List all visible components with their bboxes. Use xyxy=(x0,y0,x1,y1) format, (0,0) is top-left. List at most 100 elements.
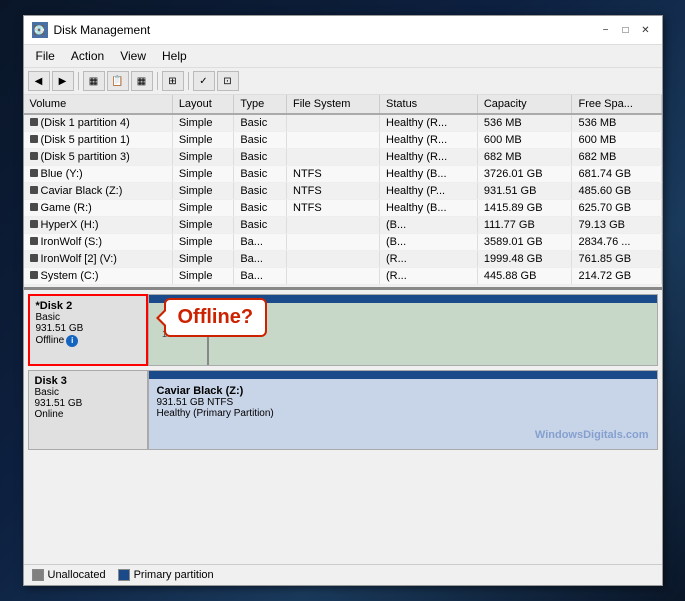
cell-layout: Simple xyxy=(172,251,234,268)
cell-volume: Game (R:) xyxy=(24,200,173,217)
cell-status: (B... xyxy=(380,234,478,251)
disk-table-section: Volume Layout Type File System Status Ca… xyxy=(24,95,662,290)
table-row[interactable]: HyperX (H:) Simple Basic (B... 111.77 GB… xyxy=(24,217,662,234)
cell-type: Basic xyxy=(234,200,287,217)
menu-action[interactable]: Action xyxy=(63,47,112,65)
cell-layout: Simple xyxy=(172,217,234,234)
cell-status: Healthy (R... xyxy=(380,149,478,166)
table-row[interactable]: (Disk 5 partition 1) Simple Basic Health… xyxy=(24,132,662,149)
caviar-status: Healthy (Primary Partition) xyxy=(157,408,649,419)
table-row[interactable]: Caviar Black (Z:) Simple Basic NTFS Heal… xyxy=(24,183,662,200)
cell-fs: NTFS xyxy=(287,200,380,217)
cell-fs xyxy=(287,114,380,132)
cell-status: Healthy (P... xyxy=(380,183,478,200)
cell-type: Basic xyxy=(234,166,287,183)
toolbar-btn-6[interactable]: ⊡ xyxy=(217,71,239,91)
col-freespace[interactable]: Free Spa... xyxy=(572,95,661,114)
toolbar-btn-3[interactable]: ▦ xyxy=(131,71,153,91)
legend-unallocated-box xyxy=(32,569,44,581)
cell-status: Healthy (R... xyxy=(380,114,478,132)
cell-status: Healthy (B... xyxy=(380,200,478,217)
offline-bubble: Offline? xyxy=(164,298,268,337)
table-row[interactable]: Game (R:) Simple Basic NTFS Healthy (B..… xyxy=(24,200,662,217)
cell-free: 536 MB xyxy=(572,114,661,132)
cell-volume: (Disk 5 partition 3) xyxy=(24,149,173,166)
menu-help[interactable]: Help xyxy=(154,47,195,65)
cell-status: Healthy (B... xyxy=(380,166,478,183)
cell-fs xyxy=(287,251,380,268)
cell-layout: Simple xyxy=(172,166,234,183)
legend-unallocated: Unallocated xyxy=(32,569,106,581)
cell-capacity: 1415.89 GB xyxy=(477,200,572,217)
disk3-row: Disk 3 Basic 931.51 GB Online Caviar Bla… xyxy=(28,370,658,450)
cell-capacity: 3589.01 GB xyxy=(477,234,572,251)
disk3-status: Online xyxy=(35,409,141,420)
toolbar-sep-3 xyxy=(188,72,189,90)
col-type[interactable]: Type xyxy=(234,95,287,114)
cell-free: 485.60 GB xyxy=(572,183,661,200)
disk2-row: *Disk 2 Basic 931.51 GB Offline i 100 MB xyxy=(28,294,658,366)
cell-free: 600 MB xyxy=(572,132,661,149)
col-volume[interactable]: Volume xyxy=(24,95,173,114)
title-bar-controls: − □ ✕ xyxy=(598,22,654,38)
cell-volume: IronWolf [2] (V:) xyxy=(24,251,173,268)
content-area: Volume Layout Type File System Status Ca… xyxy=(24,95,662,585)
disk2-large-part[interactable]: 931.41 GB xyxy=(209,303,657,365)
disk3-size: 931.51 GB xyxy=(35,398,141,409)
cell-layout: Simple xyxy=(172,268,234,285)
col-layout[interactable]: Layout xyxy=(172,95,234,114)
cell-free: 2834.76 ... xyxy=(572,234,661,251)
cell-type: Basic xyxy=(234,132,287,149)
cell-volume: (Disk 1 partition 4) xyxy=(24,114,173,132)
cell-type: Basic xyxy=(234,149,287,166)
cell-capacity: 682 MB xyxy=(477,149,572,166)
legend-primary-label: Primary partition xyxy=(134,569,214,581)
cell-volume: HyperX (H:) xyxy=(24,217,173,234)
table-row[interactable]: (Disk 1 partition 4) Simple Basic Health… xyxy=(24,114,662,132)
cell-fs xyxy=(287,268,380,285)
info-icon[interactable]: i xyxy=(66,335,78,347)
table-row[interactable]: Blue (Y:) Simple Basic NTFS Healthy (B..… xyxy=(24,166,662,183)
toolbar-sep-1 xyxy=(78,72,79,90)
table-container[interactable]: Volume Layout Type File System Status Ca… xyxy=(24,95,662,287)
legend-primary-box xyxy=(118,569,130,581)
app-icon: 💽 xyxy=(32,22,48,38)
window-title: Disk Management xyxy=(54,23,151,37)
toolbar-btn-2[interactable]: 📋 xyxy=(107,71,129,91)
cell-type: Ba... xyxy=(234,251,287,268)
cell-volume: Blue (Y:) xyxy=(24,166,173,183)
menu-file[interactable]: File xyxy=(28,47,63,65)
cell-type: Basic xyxy=(234,183,287,200)
close-button[interactable]: ✕ xyxy=(638,22,654,38)
minimize-button[interactable]: − xyxy=(598,22,614,38)
title-bar: 💽 Disk Management − □ ✕ xyxy=(24,16,662,45)
cell-status: (R... xyxy=(380,268,478,285)
forward-button[interactable]: ▶ xyxy=(52,71,74,91)
cell-layout: Simple xyxy=(172,183,234,200)
cell-volume: IronWolf (S:) xyxy=(24,234,173,251)
table-row[interactable]: (Disk 5 partition 3) Simple Basic Health… xyxy=(24,149,662,166)
table-row[interactable]: IronWolf [2] (V:) Simple Ba... (R... 199… xyxy=(24,251,662,268)
col-status[interactable]: Status xyxy=(380,95,478,114)
back-button[interactable]: ◀ xyxy=(28,71,50,91)
table-row[interactable]: IronWolf (S:) Simple Ba... (B... 3589.01… xyxy=(24,234,662,251)
disk2-label[interactable]: *Disk 2 Basic 931.51 GB Offline i xyxy=(28,294,148,366)
legend: Unallocated Primary partition xyxy=(24,564,662,585)
menu-view[interactable]: View xyxy=(112,47,154,65)
col-capacity[interactable]: Capacity xyxy=(477,95,572,114)
maximize-button[interactable]: □ xyxy=(618,22,634,38)
cell-capacity: 600 MB xyxy=(477,132,572,149)
toolbar-btn-1[interactable]: ▦ xyxy=(83,71,105,91)
cell-free: 682 MB xyxy=(572,149,661,166)
cell-volume: Caviar Black (Z:) xyxy=(24,183,173,200)
table-row[interactable]: System (C:) Simple Ba... (R... 445.88 GB… xyxy=(24,268,662,285)
caviar-partition[interactable]: Caviar Black (Z:) 931.51 GB NTFS Healthy… xyxy=(149,379,657,449)
cell-free: 761.85 GB xyxy=(572,251,661,268)
col-filesystem[interactable]: File System xyxy=(287,95,380,114)
toolbar-btn-4[interactable]: ⊞ xyxy=(162,71,184,91)
cell-fs xyxy=(287,132,380,149)
cell-free: 681.74 GB xyxy=(572,166,661,183)
disk3-label[interactable]: Disk 3 Basic 931.51 GB Online xyxy=(28,370,148,450)
cell-free: 214.72 GB xyxy=(572,268,661,285)
toolbar-btn-5[interactable]: ✓ xyxy=(193,71,215,91)
